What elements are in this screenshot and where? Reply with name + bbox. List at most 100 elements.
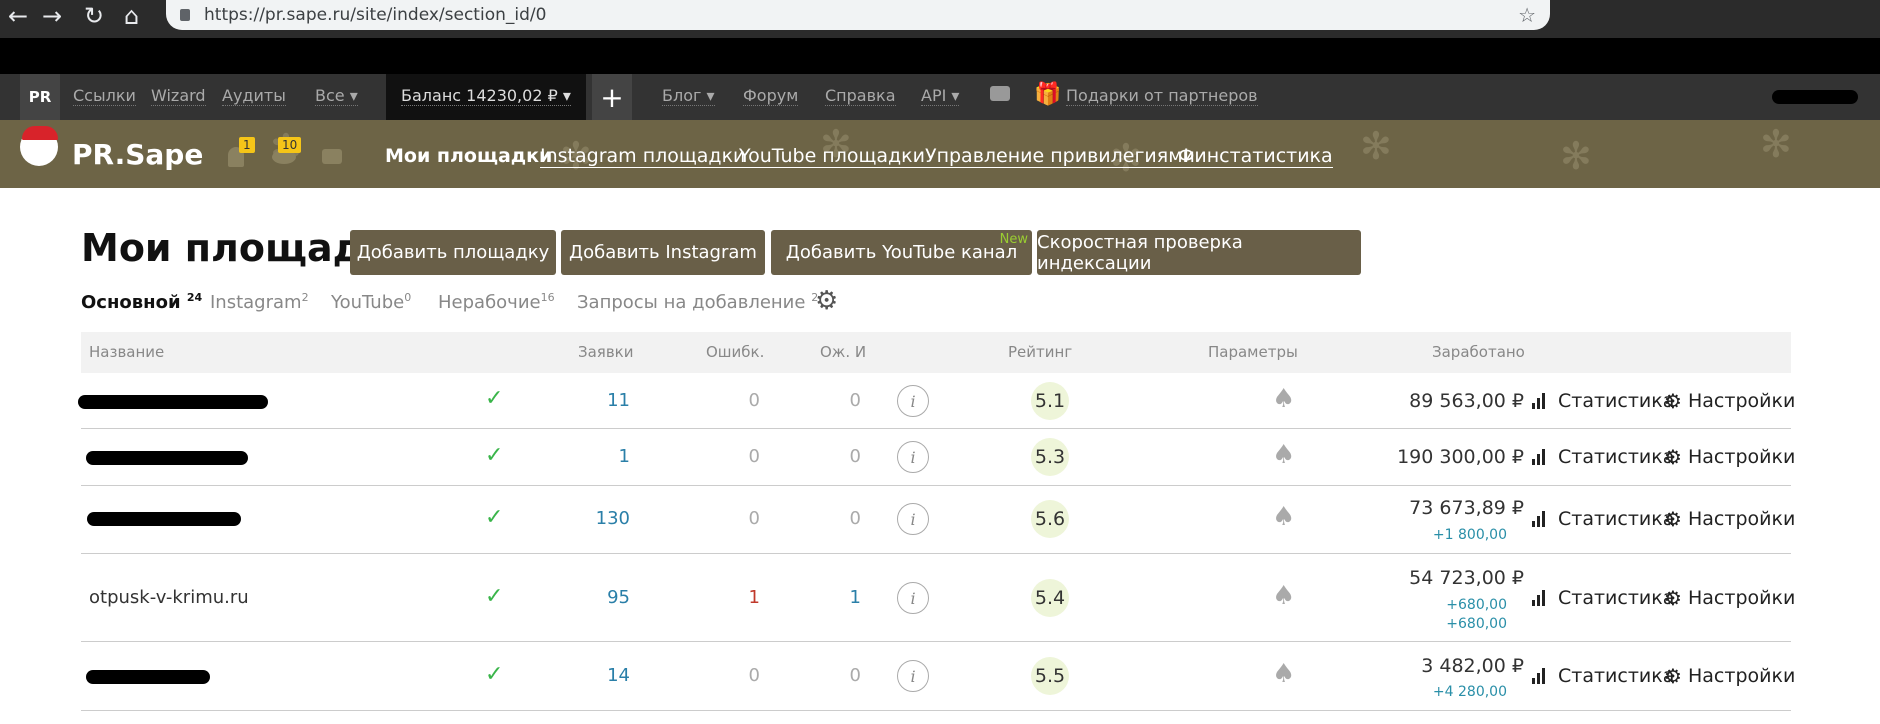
spade-icon[interactable]: ♠	[1272, 384, 1295, 414]
info-icon[interactable]: i	[897, 660, 929, 692]
index-check-button[interactable]: Скоростная проверка индексации	[1037, 230, 1361, 275]
requests-value[interactable]: 14	[607, 665, 630, 686]
address-bar[interactable]: https://pr.sape.ru/site/index/section_id…	[166, 0, 1550, 30]
gift-icon[interactable]: 🎁	[1034, 82, 1061, 107]
nav-audits[interactable]: Аудиты	[222, 87, 286, 106]
add-site-button[interactable]: Добавить площадку	[350, 230, 556, 275]
add-button[interactable]: +	[592, 74, 632, 120]
info-icon[interactable]: i	[897, 385, 929, 417]
bar-chart-icon[interactable]	[1532, 449, 1548, 465]
chat-icon[interactable]	[990, 86, 1010, 101]
settings-link[interactable]: Настройки	[1688, 390, 1795, 412]
settings-link[interactable]: Настройки	[1688, 446, 1795, 468]
tab-instagram-label[interactable]: Instagram	[210, 292, 302, 313]
site-name-redacted[interactable]	[86, 670, 210, 684]
bar-chart-icon[interactable]	[1532, 590, 1548, 606]
nav-forum[interactable]: Форум	[743, 87, 799, 106]
site-name-redacted[interactable]	[78, 395, 268, 409]
site-name-redacted[interactable]	[86, 451, 248, 465]
site-name-redacted[interactable]	[87, 512, 241, 526]
settings-link[interactable]: Настройки	[1688, 665, 1795, 687]
errors-value[interactable]: 1	[749, 587, 760, 608]
nav-help[interactable]: Справка	[825, 87, 896, 106]
nav-instagram-sites[interactable]: Instagram площадки	[540, 145, 746, 168]
home-icon[interactable]: ⌂	[124, 2, 139, 30]
bar-chart-icon[interactable]	[1532, 393, 1548, 409]
arrow-right-icon[interactable]: →	[42, 2, 62, 30]
nav-my-sites[interactable]: Мои площадки	[385, 145, 552, 167]
stats-link[interactable]: Статистика	[1558, 390, 1674, 412]
add-instagram-button[interactable]: Добавить Instagram	[561, 230, 765, 275]
tab-requests-label[interactable]: Запросы на добавление	[577, 292, 805, 313]
stats-link[interactable]: Статистика	[1558, 446, 1674, 468]
waiting-value[interactable]: 1	[850, 587, 861, 608]
tab-youtube[interactable]: YouTube0	[331, 291, 411, 313]
requests-value[interactable]: 11	[607, 390, 630, 411]
stats-link[interactable]: Статистика	[1558, 665, 1674, 687]
gear-icon[interactable]: ⚙	[815, 286, 838, 316]
requests-value[interactable]: 1	[619, 446, 630, 467]
nav-all-dropdown[interactable]: Все ▾	[315, 87, 358, 106]
col-rating[interactable]: Рейтинг	[1008, 343, 1072, 361]
col-params[interactable]: Параметры	[1208, 343, 1298, 361]
col-earned[interactable]: Заработано	[1432, 343, 1525, 361]
bar-chart-icon[interactable]	[1532, 511, 1548, 527]
tab-nonworking-label[interactable]: Нерабочие	[438, 292, 541, 313]
pr-tab[interactable]: PR	[20, 74, 60, 120]
settings-gear-icon[interactable]: ⚙	[1664, 445, 1682, 469]
user-menu[interactable]	[1772, 90, 1858, 104]
spade-icon[interactable]: ♠	[1272, 659, 1295, 689]
nav-links[interactable]: Ссылки	[73, 87, 136, 106]
nav-youtube-sites[interactable]: YouTube площадки	[739, 145, 925, 168]
requests-value[interactable]: 130	[596, 508, 630, 529]
spade-icon[interactable]: ♠	[1272, 502, 1295, 532]
star-icon[interactable]: ☆	[1518, 3, 1536, 27]
gifts-link[interactable]: Подарки от партнеров	[1066, 87, 1258, 106]
row-divider	[81, 641, 1791, 642]
message-icon[interactable]	[322, 149, 342, 164]
snowflake-icon: ✻	[1360, 124, 1392, 168]
col-requests[interactable]: Заявки	[578, 343, 633, 361]
stats-link[interactable]: Статистика	[1558, 508, 1674, 530]
nav-blog[interactable]: Блог ▾	[662, 87, 715, 106]
add-youtube-label[interactable]: Добавить YouTube канал	[786, 242, 1017, 263]
tab-requests[interactable]: Запросы на добавление 2	[577, 291, 818, 313]
tab-main-label[interactable]: Основной	[81, 292, 181, 313]
nav-privileges[interactable]: Управление привилегиями	[925, 145, 1195, 168]
settings-gear-icon[interactable]: ⚙	[1664, 664, 1682, 688]
requests-value[interactable]: 95	[607, 587, 630, 608]
spade-icon[interactable]: ♠	[1272, 581, 1295, 611]
settings-link[interactable]: Настройки	[1688, 587, 1795, 609]
add-youtube-button[interactable]: Добавить YouTube канал New	[771, 230, 1032, 275]
arrow-left-icon[interactable]: ←	[8, 2, 28, 30]
tab-nonworking[interactable]: Нерабочие16	[438, 291, 555, 313]
url-text[interactable]: https://pr.sape.ru/site/index/section_id…	[204, 5, 546, 25]
balance-label[interactable]: Баланс 14230,02 ₽ ▾	[401, 87, 571, 106]
reload-icon[interactable]: ↻	[84, 2, 104, 30]
settings-gear-icon[interactable]: ⚙	[1664, 586, 1682, 610]
spade-icon[interactable]: ♠	[1272, 440, 1295, 470]
settings-gear-icon[interactable]: ⚙	[1664, 389, 1682, 413]
tab-youtube-count: 0	[404, 291, 412, 304]
balance-box[interactable]: Баланс 14230,02 ₽ ▾	[386, 74, 586, 120]
settings-link[interactable]: Настройки	[1688, 508, 1795, 530]
stats-link[interactable]: Статистика	[1558, 587, 1674, 609]
site-name[interactable]: otpusk-v-krimu.ru	[89, 587, 249, 608]
brand-name[interactable]: PR.Sape	[72, 138, 203, 171]
row-divider	[81, 485, 1791, 486]
tab-youtube-label[interactable]: YouTube	[331, 292, 404, 313]
bar-chart-icon[interactable]	[1532, 668, 1548, 684]
col-name[interactable]: Название	[89, 343, 164, 361]
info-icon[interactable]: i	[897, 441, 929, 473]
col-errors[interactable]: Ошибк.	[706, 343, 764, 361]
nav-wizard[interactable]: Wizard	[151, 87, 206, 106]
nav-finstat[interactable]: Финстатистика	[1178, 145, 1333, 168]
tab-main[interactable]: Основной 24	[81, 291, 202, 313]
col-waiting[interactable]: Ож. И	[820, 343, 866, 361]
check-icon: ✓	[485, 584, 504, 609]
info-icon[interactable]: i	[897, 582, 929, 614]
nav-api[interactable]: API ▾	[921, 87, 960, 106]
tab-instagram[interactable]: Instagram2	[210, 291, 309, 313]
settings-gear-icon[interactable]: ⚙	[1664, 507, 1682, 531]
info-icon[interactable]: i	[897, 503, 929, 535]
